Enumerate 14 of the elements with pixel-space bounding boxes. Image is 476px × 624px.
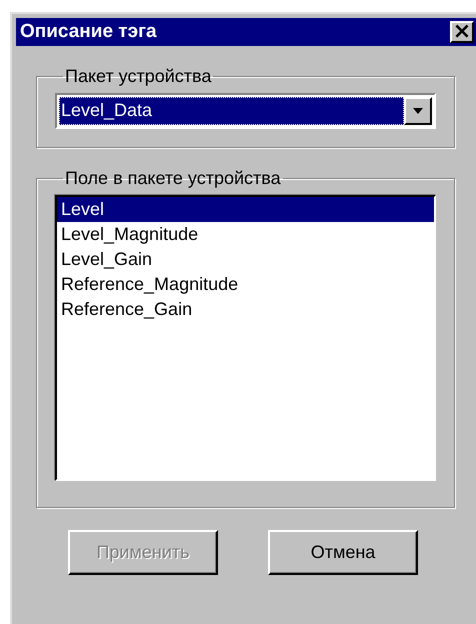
list-item[interactable]: Level_Gain: [57, 247, 434, 272]
list-item[interactable]: Reference_Magnitude: [57, 272, 434, 297]
window-title: Описание тэга: [20, 21, 157, 43]
caret-icon: [413, 108, 423, 114]
cancel-button[interactable]: Отмена: [268, 530, 418, 575]
dropdown-button[interactable]: [404, 97, 432, 125]
list-item[interactable]: Level_Magnitude: [57, 222, 434, 247]
group-label: Поле в пакете устройства: [64, 168, 282, 189]
list-item[interactable]: Level: [57, 197, 434, 222]
dropdown-field[interactable]: Level_Data: [55, 93, 436, 129]
list-item[interactable]: Reference_Gain: [57, 297, 434, 322]
dropdown-value: Level_Data: [59, 97, 404, 125]
close-button[interactable]: ×: [450, 21, 474, 43]
group-label: Пакет устройства: [64, 66, 212, 87]
